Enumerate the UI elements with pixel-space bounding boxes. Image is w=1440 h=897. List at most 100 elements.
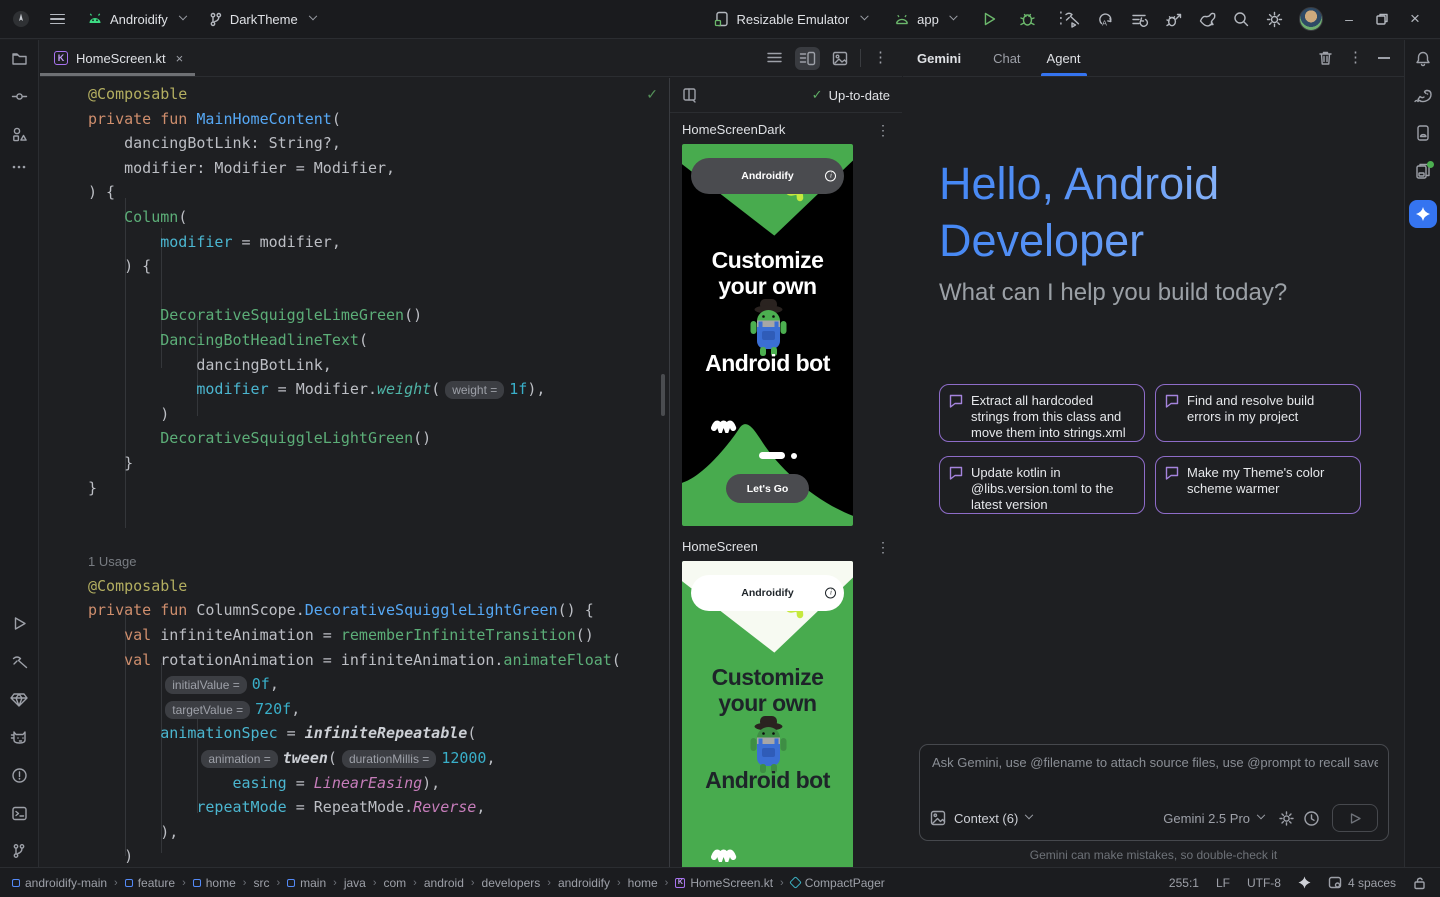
- build-tool-icon[interactable]: [10, 653, 28, 671]
- suggestion-card[interactable]: Update kotlin in @libs.version.toml to t…: [939, 456, 1145, 514]
- gemini-options-kebab-icon[interactable]: ⋮: [1348, 53, 1363, 63]
- breadcrumb-label: androidify: [558, 876, 610, 890]
- breadcrumb-item[interactable]: developers: [482, 876, 541, 890]
- gemini-tool-button-active[interactable]: [1409, 200, 1437, 228]
- gemini-panel-title: Gemini: [917, 51, 961, 66]
- version-control-tool-icon[interactable]: [11, 843, 27, 859]
- preview-layout-grid-icon[interactable]: [682, 87, 699, 103]
- tab-agent[interactable]: Agent: [1041, 40, 1087, 76]
- editor-options-kebab-icon[interactable]: ⋮: [873, 53, 888, 63]
- breadcrumb-item[interactable]: androidify: [558, 876, 610, 890]
- preview-name: HomeScreen: [682, 539, 758, 554]
- inspections-ok-icon[interactable]: ✓: [646, 86, 658, 103]
- tab-close-icon[interactable]: ×: [176, 51, 184, 66]
- project-tool-icon[interactable]: [11, 50, 28, 67]
- breadcrumb-item[interactable]: main: [287, 876, 326, 890]
- attach-debugger-icon[interactable]: [1164, 10, 1183, 29]
- prompt-history-icon[interactable]: [1303, 810, 1320, 827]
- logcat-tool-icon[interactable]: [10, 729, 29, 746]
- caret-position[interactable]: 255:1: [1169, 876, 1199, 890]
- rerun-tasks-icon[interactable]: [1130, 10, 1149, 29]
- breadcrumb-item[interactable]: KHomeScreen.kt: [675, 876, 773, 890]
- breadcrumb-label: androidify-main: [25, 876, 107, 890]
- apply-changes-icon[interactable]: A: [1096, 10, 1115, 29]
- window-close-button[interactable]: ×: [1404, 9, 1426, 29]
- breadcrumb-item[interactable]: java: [344, 876, 366, 890]
- file-encoding[interactable]: UTF-8: [1247, 876, 1281, 890]
- send-prompt-button[interactable]: [1332, 804, 1378, 832]
- breadcrumb-item[interactable]: src: [253, 876, 269, 890]
- run-configuration-selector[interactable]: app: [885, 7, 965, 32]
- run-button[interactable]: [981, 10, 999, 28]
- code-line: ),: [88, 820, 621, 845]
- chat-bubble-icon: [1165, 466, 1179, 480]
- indent-setting[interactable]: 4 spaces: [1348, 876, 1396, 890]
- editor-code-view-icon[interactable]: [766, 51, 783, 66]
- chat-bubble-icon: [949, 394, 963, 408]
- breadcrumb-label: java: [344, 876, 366, 890]
- android-head-icon: [87, 12, 103, 26]
- breadcrumb-item[interactable]: home: [193, 876, 236, 890]
- gemini-panel: Gemini Chat Agent ⋮ Hello, Android Devel…: [903, 40, 1404, 867]
- attach-image-icon[interactable]: [930, 810, 946, 826]
- search-everywhere-icon[interactable]: [1232, 10, 1250, 28]
- editor-scrollbar[interactable]: [661, 374, 665, 416]
- device-selector[interactable]: Resizable Emulator: [705, 6, 875, 32]
- breadcrumb-item[interactable]: android: [424, 876, 464, 890]
- tab-chat[interactable]: Chat: [987, 40, 1026, 76]
- window-minimize-button[interactable]: –: [1338, 11, 1360, 27]
- code-line: animationSpec = infiniteRepeatable(: [88, 721, 621, 746]
- breadcrumb-label: developers: [482, 876, 541, 890]
- main-menu-button[interactable]: [42, 6, 73, 33]
- gemini-status-spark-icon[interactable]: [1298, 876, 1311, 889]
- code-content: @Composableprivate fun MainHomeContent( …: [88, 82, 621, 867]
- model-selector[interactable]: Gemini 2.5 Pro: [1163, 811, 1250, 826]
- project-selector[interactable]: Androidify: [79, 7, 194, 32]
- lock-icon[interactable]: [1413, 876, 1426, 890]
- preview-options-kebab-icon[interactable]: ⋮: [876, 125, 890, 135]
- chevron-down-icon: [950, 12, 958, 20]
- profiler-icon[interactable]: [1198, 10, 1217, 29]
- running-devices-tool-icon[interactable]: [1414, 124, 1432, 142]
- preview-phone-homescreendark[interactable]: Androidify i Customize your own Android …: [682, 144, 853, 526]
- editor-design-view-icon[interactable]: [832, 51, 848, 66]
- breadcrumb-item[interactable]: androidify-main: [12, 876, 107, 890]
- more-tool-windows-icon[interactable]: [11, 164, 27, 170]
- title-bar: Androidify DarkTheme Resizable Emulator: [0, 0, 1440, 39]
- notifications-bell-icon[interactable]: [1414, 50, 1432, 68]
- line-separator[interactable]: LF: [1216, 876, 1230, 890]
- suggestion-text: Update kotlin in @libs.version.toml to t…: [971, 465, 1134, 505]
- editor-split-view-icon[interactable]: [795, 47, 820, 70]
- window-maximize-button[interactable]: [1375, 12, 1389, 26]
- user-avatar[interactable]: [1299, 7, 1323, 31]
- run-tool-icon[interactable]: [11, 615, 28, 632]
- preview-options-kebab-icon[interactable]: ⋮: [876, 542, 890, 552]
- breadcrumb-item[interactable]: feature: [125, 876, 175, 890]
- breadcrumb-item[interactable]: home: [628, 876, 658, 890]
- context-selector[interactable]: Context (6): [954, 811, 1018, 826]
- commit-tool-icon[interactable]: [11, 88, 28, 105]
- resource-manager-tool-icon[interactable]: [11, 126, 28, 143]
- breadcrumb-item[interactable]: CompactPager: [791, 876, 885, 890]
- gemini-prompt-input[interactable]: Ask Gemini, use @filename to attach sour…: [919, 744, 1389, 841]
- hide-panel-icon[interactable]: [1378, 57, 1390, 59]
- vcs-branch-selector[interactable]: DarkTheme: [200, 7, 324, 32]
- app-quality-insights-tool-icon[interactable]: [10, 692, 28, 708]
- debug-button[interactable]: [1019, 10, 1037, 28]
- gradle-tool-icon[interactable]: [1413, 88, 1433, 104]
- suggestion-card[interactable]: Extract all hardcoded strings from this …: [939, 384, 1145, 442]
- terminal-tool-icon[interactable]: [11, 805, 28, 822]
- code-editor[interactable]: @Composableprivate fun MainHomeContent( …: [40, 78, 668, 867]
- prompt-settings-gear-icon[interactable]: [1278, 810, 1295, 827]
- trash-icon[interactable]: [1318, 50, 1333, 66]
- preview-phone-homescreen[interactable]: Androidify i Customize your own Android …: [682, 561, 853, 867]
- editor-tab-homescreen[interactable]: K HomeScreen.kt ×: [40, 40, 195, 76]
- problems-tool-icon[interactable]: [11, 767, 28, 784]
- breadcrumb-item[interactable]: com: [384, 876, 407, 890]
- suggestion-card[interactable]: Find and resolve build errors in my proj…: [1155, 384, 1361, 442]
- suggestion-card[interactable]: Make my Theme's color scheme warmer: [1155, 456, 1361, 514]
- settings-gear-icon[interactable]: [1265, 10, 1284, 29]
- run-more-options-button[interactable]: ⋮: [1053, 14, 1069, 24]
- left-tool-stripe: [0, 40, 39, 867]
- device-manager-tool-icon[interactable]: [1414, 162, 1432, 180]
